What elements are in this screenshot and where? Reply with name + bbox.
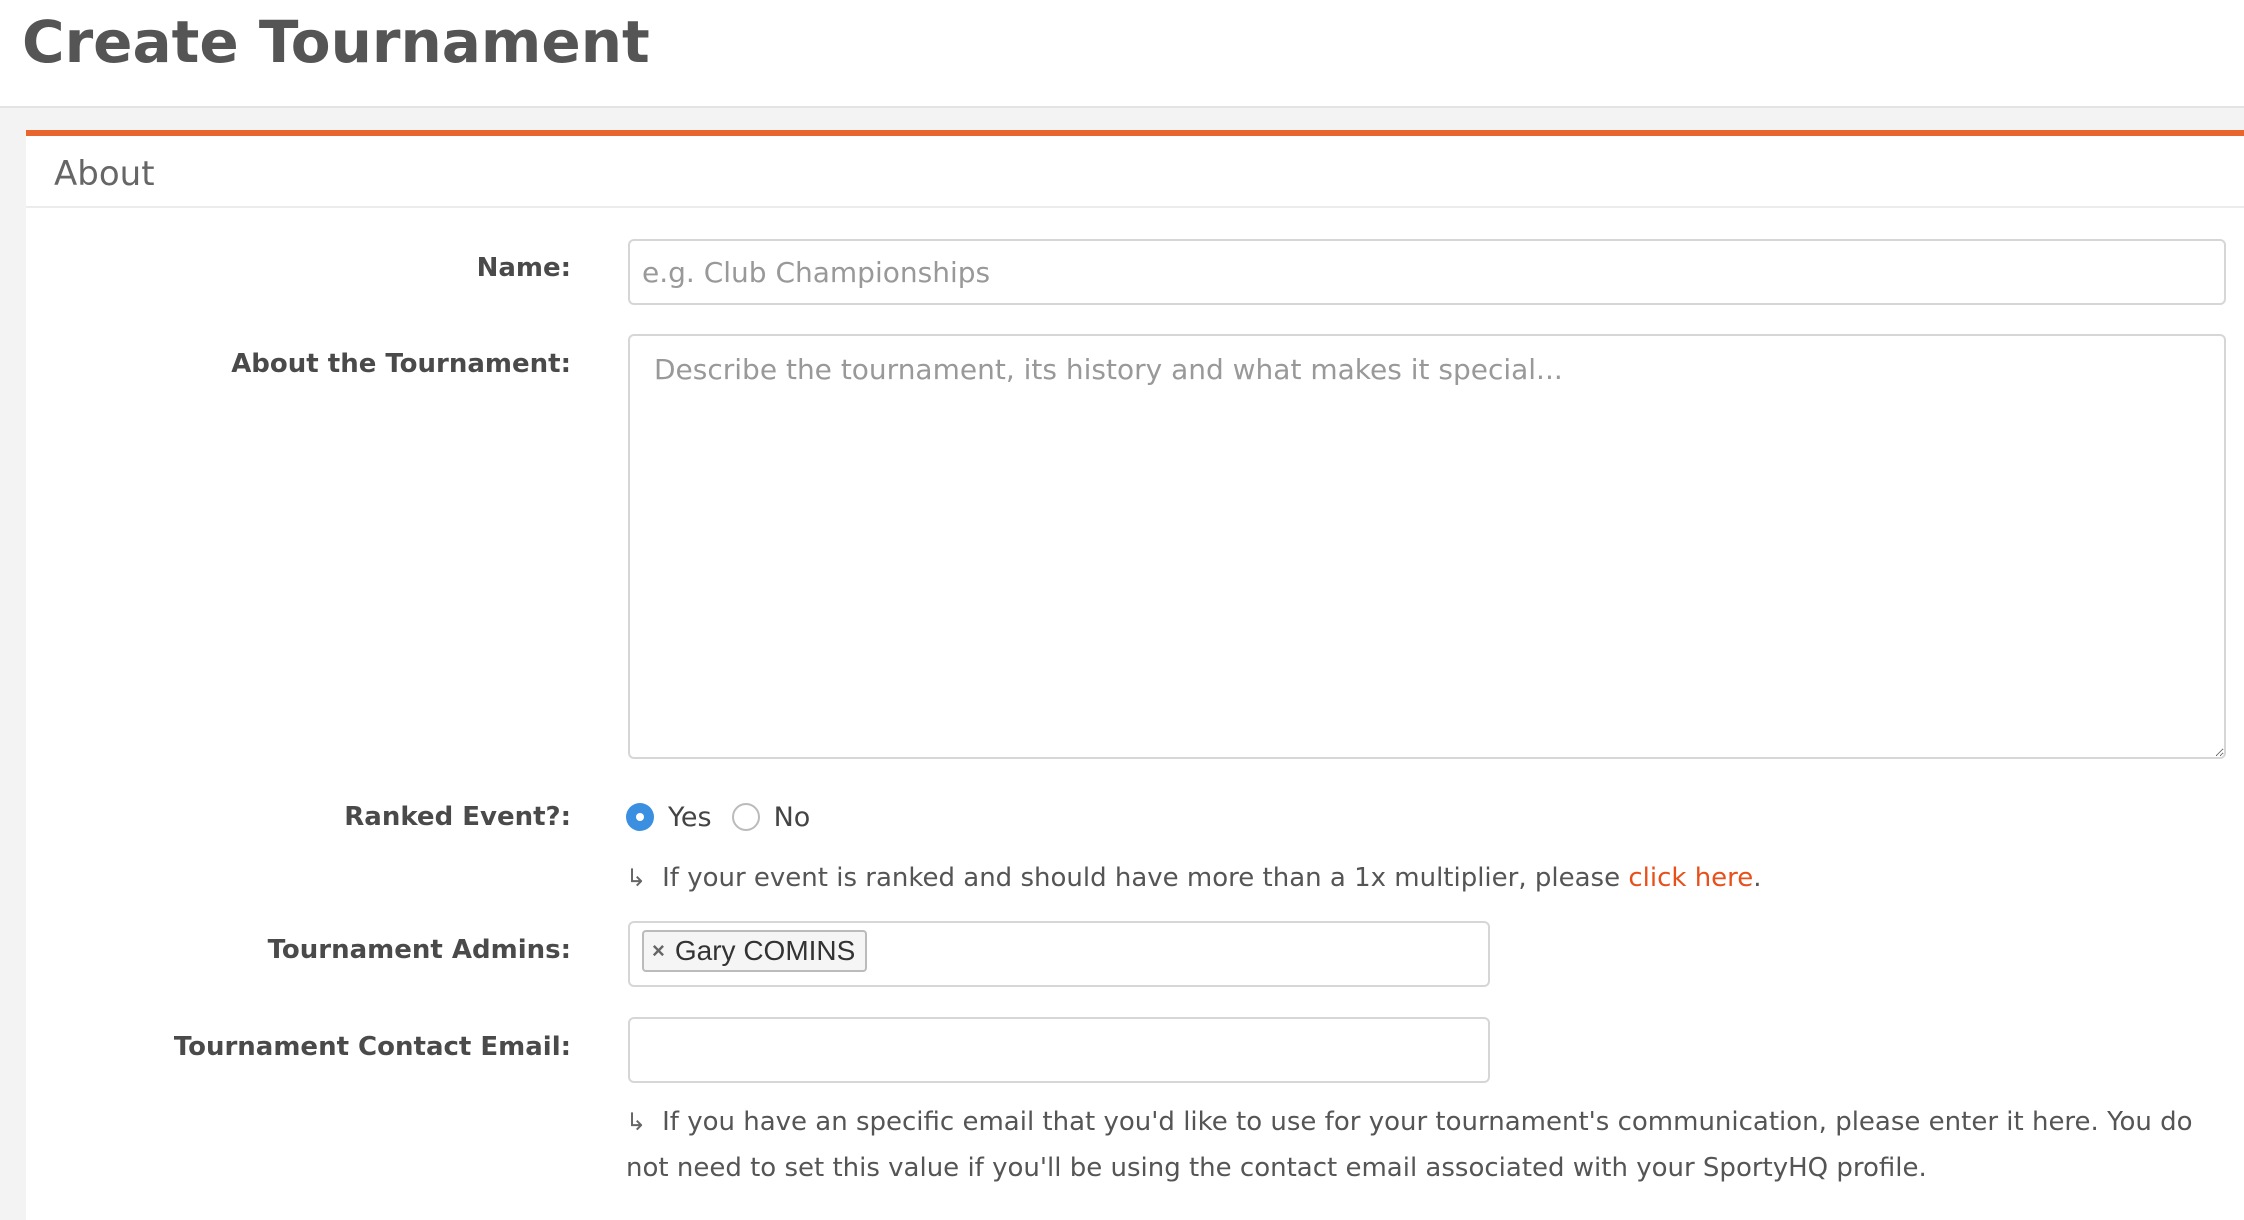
remove-icon[interactable]: ×	[652, 938, 665, 964]
radio-unchecked-icon[interactable]	[731, 803, 760, 831]
ranked-hint-link[interactable]: click here	[1628, 863, 1753, 893]
name-input[interactable]	[628, 239, 2226, 305]
ranked-no-label[interactable]: No	[774, 802, 811, 833]
admin-tag-label: Gary COMINS	[674, 935, 856, 966]
ranked-hint-text: If your event is ranked and should have …	[662, 863, 1629, 893]
page-title: Create Tournament	[22, 8, 650, 76]
ranked-hint-suffix: .	[1753, 863, 1762, 893]
ranked-hint: ↳ If your event is ranked and should have…	[626, 855, 1762, 901]
contact-email-hint: ↳ If you have an specific email that you'…	[626, 1099, 2226, 1191]
contact-email-label: Tournament Contact Email:	[173, 1032, 571, 1062]
contact-email-input[interactable]	[628, 1017, 1490, 1083]
ranked-radio-group: Yes No	[626, 800, 830, 834]
admins-label: Tournament Admins:	[267, 935, 571, 965]
ranked-label: Ranked Event?:	[344, 802, 571, 832]
hint-arrow-icon: ↳	[626, 1108, 647, 1136]
admin-tag: × Gary COMINS	[642, 930, 868, 972]
name-label: Name:	[476, 253, 571, 283]
panel-header: About	[26, 136, 2244, 208]
hint-arrow-icon: ↳	[626, 864, 647, 892]
page-header: Create Tournament	[0, 0, 2244, 108]
about-textarea[interactable]	[628, 334, 2226, 759]
contact-email-hint-text: If you have an specific email that you'd…	[626, 1107, 2193, 1183]
ranked-yes-label[interactable]: Yes	[668, 802, 712, 833]
radio-checked-icon[interactable]	[626, 803, 654, 831]
about-label: About the Tournament:	[231, 349, 571, 379]
panel-title: About	[54, 154, 155, 194]
